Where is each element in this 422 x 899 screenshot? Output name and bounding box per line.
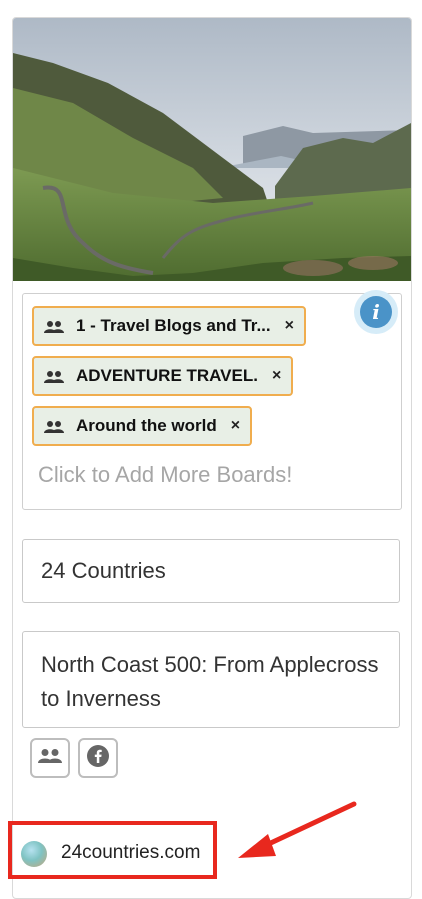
board-tag-label: 1 - Travel Blogs and Tr... [76, 316, 271, 335]
remove-tag-button[interactable]: × [231, 417, 240, 435]
board-tag-label: Around the world [76, 416, 217, 435]
remove-tag-button[interactable]: × [272, 367, 281, 385]
board-tag-label: ADVENTURE TRAVEL. [76, 366, 258, 385]
facebook-icon [87, 744, 109, 772]
board-tag[interactable]: Around the world × [32, 406, 253, 446]
group-share-button[interactable] [30, 738, 70, 778]
boards-field[interactable]: 1 - Travel Blogs and Tr... × ADVENTURE T… [22, 293, 402, 510]
pin-card: 1 - Travel Blogs and Tr... × ADVENTURE T… [12, 17, 412, 899]
remove-tag-button[interactable]: × [285, 317, 294, 335]
annotation-arrow [238, 801, 357, 858]
board-tag[interactable]: ADVENTURE TRAVEL. × [32, 356, 294, 396]
title-field[interactable]: 24 Countries [22, 539, 400, 603]
facebook-share-button[interactable] [78, 738, 118, 778]
description-field[interactable]: North Coast 500: From Applecross to Inve… [22, 631, 400, 728]
source-site-link[interactable]: 24countries.com [61, 842, 200, 864]
pin-image [13, 18, 411, 281]
board-tag[interactable]: 1 - Travel Blogs and Tr... × [32, 306, 306, 346]
add-boards-placeholder[interactable]: Click to Add More Boards! [38, 462, 292, 488]
landscape-photo [13, 18, 411, 281]
info-icon: i [360, 296, 392, 328]
info-button[interactable]: i [354, 290, 398, 334]
title-value: 24 Countries [41, 558, 166, 583]
group-icon [38, 748, 62, 769]
group-icon [44, 419, 64, 433]
group-icon [44, 319, 64, 333]
site-avatar [21, 841, 47, 867]
description-value: North Coast 500: From Applecross to Inve… [41, 652, 379, 711]
group-icon [44, 369, 64, 383]
